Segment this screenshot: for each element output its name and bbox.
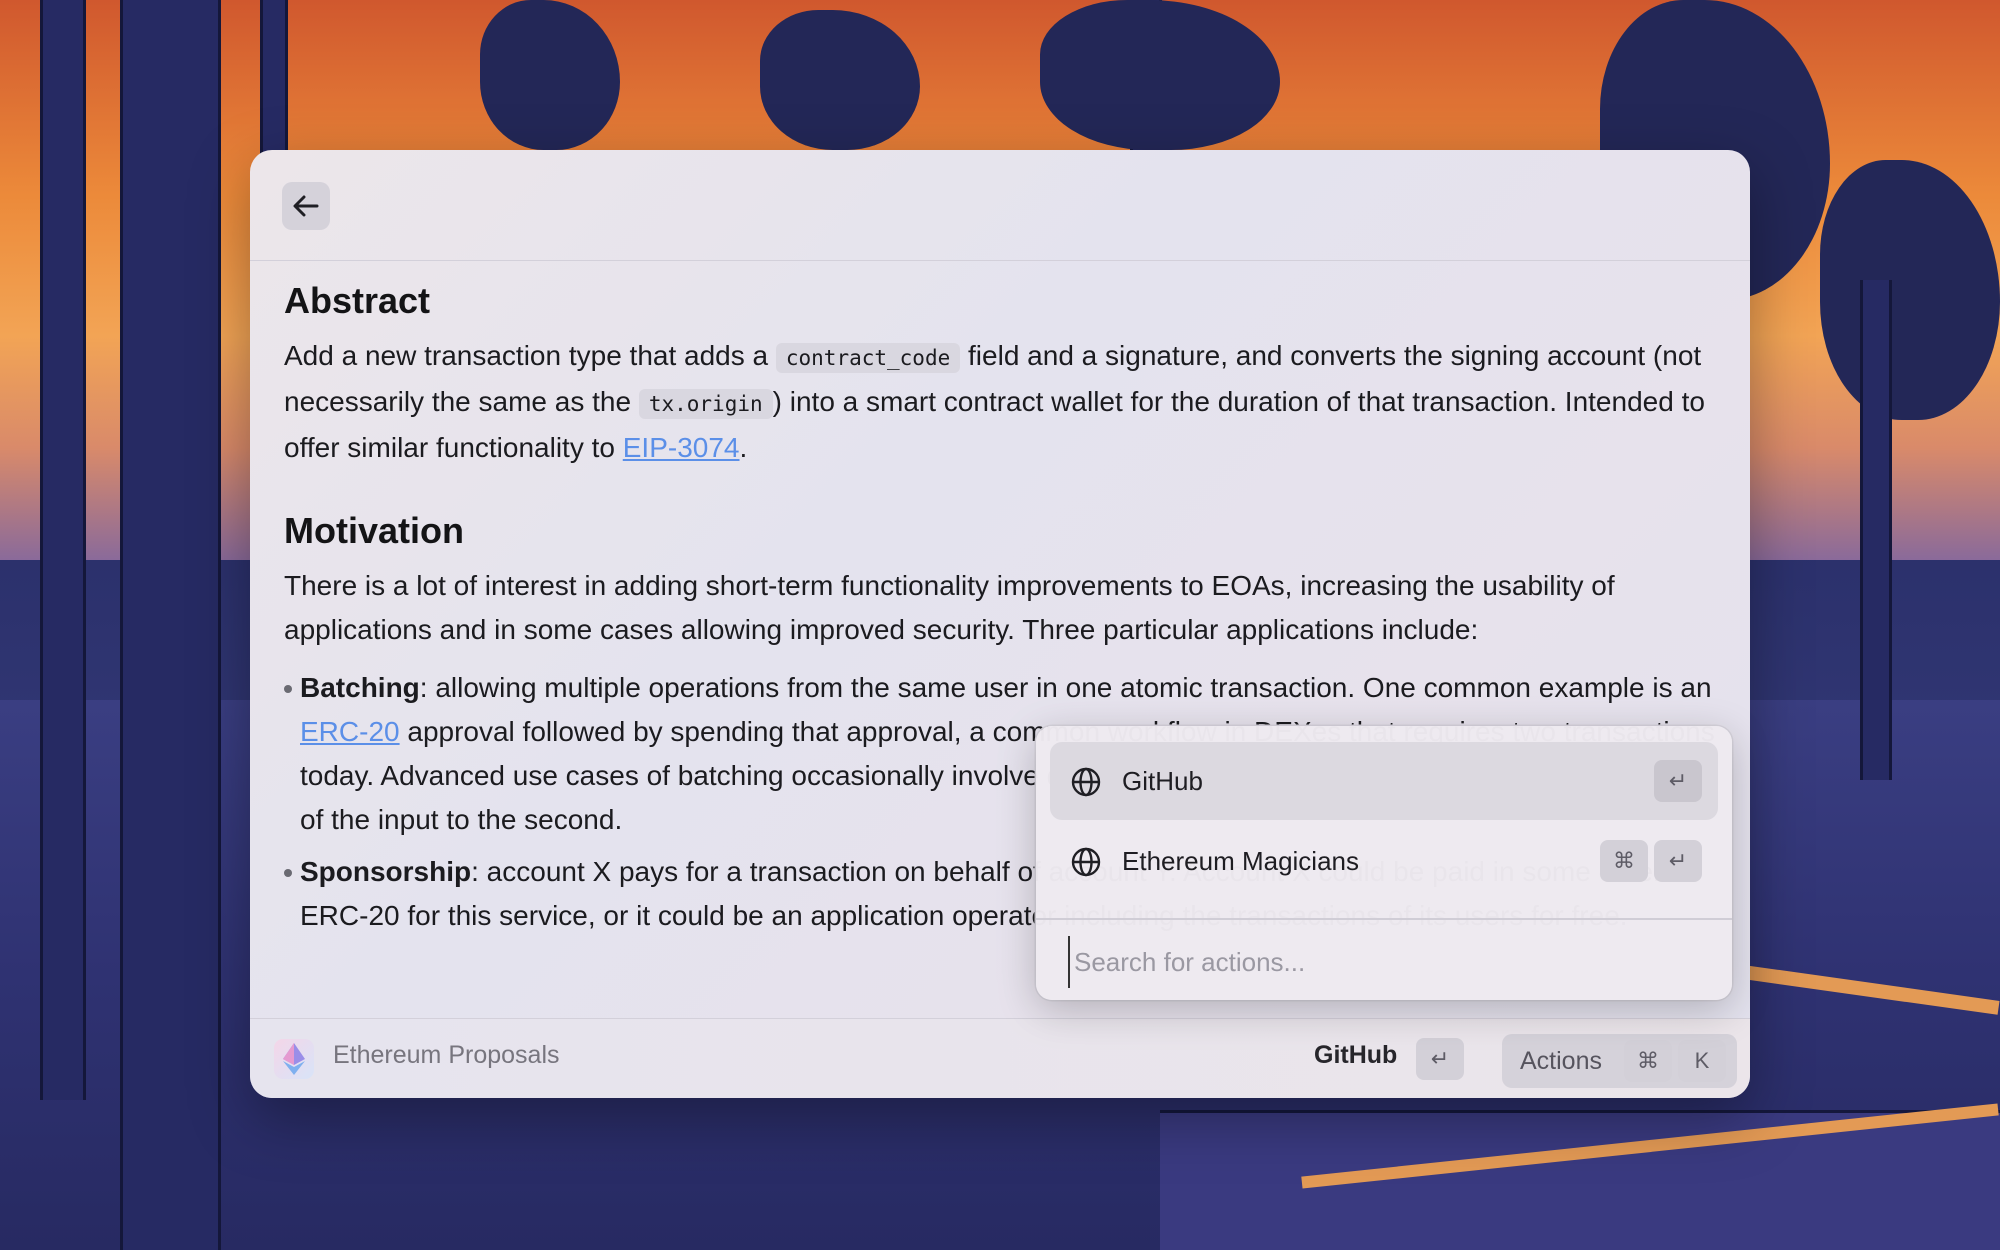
app-name: Ethereum Proposals: [333, 1041, 560, 1069]
list-item-term: Batching: [300, 672, 420, 703]
menu-divider: [1036, 918, 1732, 920]
primary-action-button[interactable]: GitHub: [1314, 1041, 1397, 1070]
action-search-input[interactable]: [1068, 936, 1696, 988]
arrow-left-icon: [293, 195, 319, 217]
action-bar: Ethereum Proposals GitHub ↵ Actions ⌘ K: [250, 1018, 1750, 1098]
tree-trunk: [40, 0, 86, 1100]
wallpaper-deck: [1160, 1110, 2000, 1250]
motivation-paragraph: There is a lot of interest in adding sho…: [284, 570, 1615, 645]
tree-trunk: [260, 0, 288, 160]
actions-label: Actions: [1520, 1047, 1602, 1075]
enter-key-hint: ↵: [1416, 1038, 1464, 1080]
k-key-hint: K: [1678, 1040, 1726, 1082]
cmd-key-hint: ⌘: [1624, 1040, 1672, 1082]
cmd-key-hint: ⌘: [1600, 840, 1648, 882]
actions-button[interactable]: Actions ⌘ K: [1502, 1034, 1737, 1088]
actions-menu: GitHub ↵ Ethereum Magicians ⌘ ↵: [1036, 726, 1732, 1000]
menu-item-github[interactable]: GitHub ↵: [1050, 742, 1718, 820]
inline-code: contract_code: [775, 343, 961, 373]
menu-item-ethereum-magicians[interactable]: Ethereum Magicians ⌘ ↵: [1050, 822, 1718, 900]
abstract-text: .: [739, 432, 748, 463]
motivation-heading: Motivation: [284, 510, 464, 551]
abstract-heading: Abstract: [284, 280, 431, 321]
ethereum-logo-icon: [283, 1043, 305, 1075]
globe-icon: [1071, 767, 1101, 797]
eip-3074-link[interactable]: EIP-3074: [623, 432, 740, 463]
ethereum-icon: [274, 1039, 314, 1079]
erc-20-link[interactable]: ERC-20: [300, 716, 400, 747]
globe-icon: [1071, 847, 1101, 877]
inline-code: tx.origin: [638, 389, 773, 419]
enter-key-hint: ↵: [1654, 760, 1702, 802]
window-header: [250, 150, 1750, 261]
menu-item-label: Ethereum Magicians: [1122, 846, 1359, 876]
menu-item-label: GitHub: [1122, 766, 1203, 796]
enter-key-hint: ↵: [1654, 840, 1702, 882]
back-button[interactable]: [282, 182, 330, 230]
tree-trunk: [1860, 280, 1892, 780]
abstract-paragraph: Add a new transaction type that adds a c…: [284, 334, 1724, 470]
abstract-text: Add a new transaction type that adds a: [284, 340, 769, 371]
list-item-term: Sponsorship: [300, 856, 472, 887]
list-item-text: : allowing multiple operations from the …: [419, 672, 1712, 703]
tree-trunk: [120, 0, 221, 1250]
